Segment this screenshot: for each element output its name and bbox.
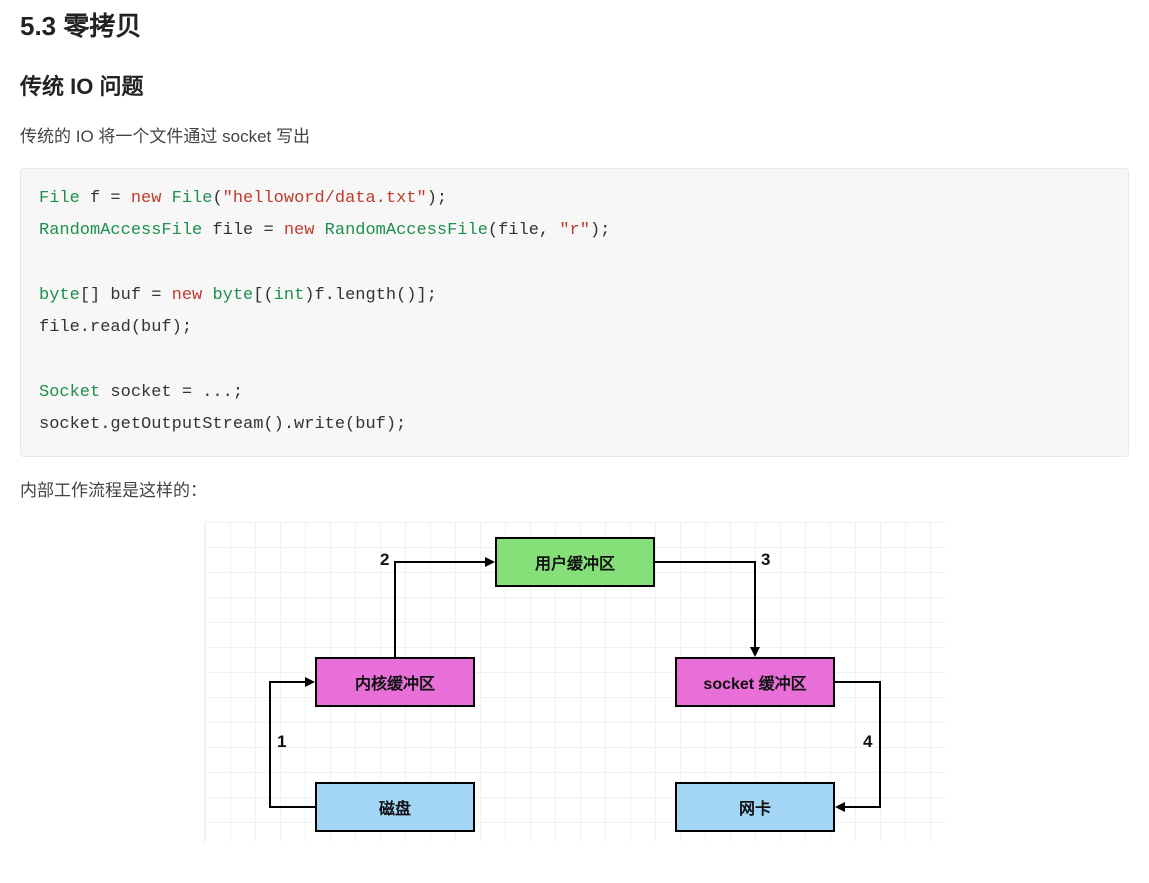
after-code-paragraph: 内部工作流程是这样的： (20, 477, 1129, 504)
node-label: 内核缓冲区 (355, 670, 435, 694)
intro-paragraph: 传统的 IO 将一个文件通过 socket 写出 (20, 123, 1129, 150)
node-label: 磁盘 (379, 795, 411, 819)
edge-label-4: 4 (863, 732, 872, 752)
node-user-buffer: 用户缓冲区 (495, 537, 655, 587)
edge-label-3: 3 (761, 550, 770, 570)
io-flow-diagram: 用户缓冲区 内核缓冲区 socket 缓冲区 磁盘 网卡 1 2 3 4 (204, 522, 945, 842)
node-nic: 网卡 (675, 782, 835, 832)
node-disk: 磁盘 (315, 782, 475, 832)
code-block: File f = new File("helloword/data.txt");… (20, 168, 1129, 456)
node-kernel-buffer: 内核缓冲区 (315, 657, 475, 707)
edge-label-1: 1 (277, 732, 286, 752)
section-title: 5.3 零拷贝 (20, 6, 1129, 43)
node-label: socket 缓冲区 (703, 670, 806, 694)
edge-label-2: 2 (380, 550, 389, 570)
sub-title: 传统 IO 问题 (20, 69, 1129, 101)
node-label: 用户缓冲区 (535, 550, 615, 574)
node-socket-buffer: socket 缓冲区 (675, 657, 835, 707)
diagram-container: 用户缓冲区 内核缓冲区 socket 缓冲区 磁盘 网卡 1 2 3 4 (20, 522, 1129, 842)
node-label: 网卡 (739, 795, 771, 819)
